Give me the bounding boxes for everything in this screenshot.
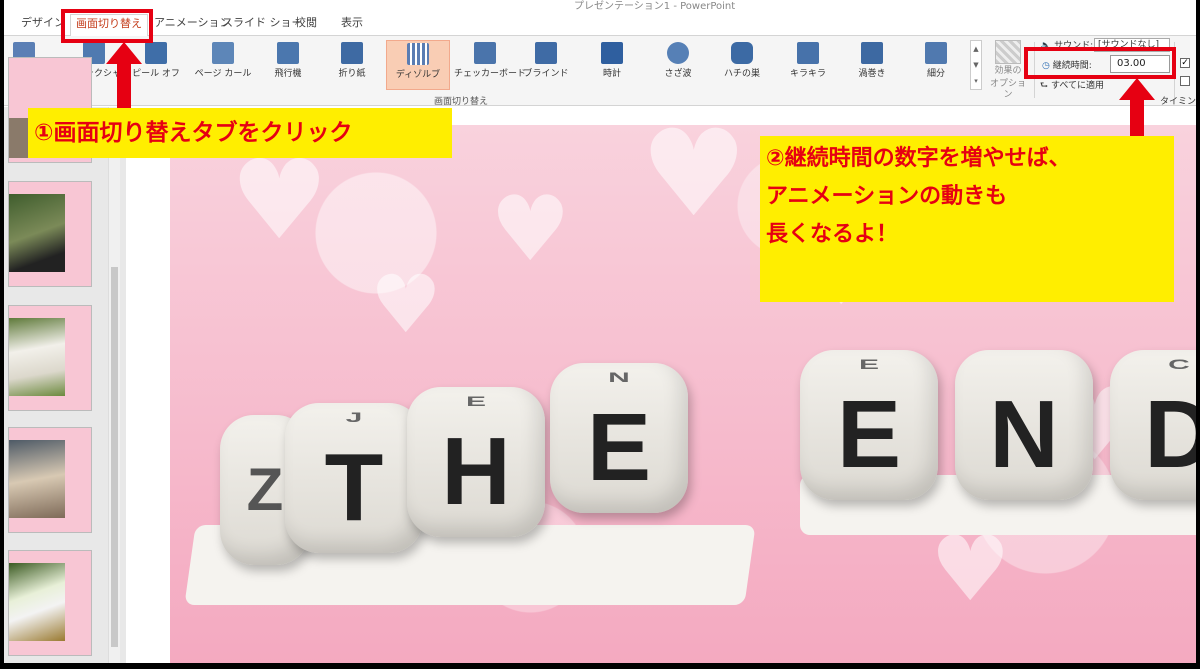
die-top-letter: N — [608, 370, 630, 386]
ribbon-tabs: デザイン 画面切り替え アニメーション スライド ショー 校閲 表示 — [4, 10, 1196, 37]
die-letter: H — [441, 418, 511, 525]
annotation-note-2-line: 長くなるよ！ — [766, 222, 899, 247]
timing-group-label: タイミング — [1160, 97, 1196, 107]
effect-page-curl[interactable]: ページ カール — [192, 40, 254, 90]
effect-options-label: オプション — [989, 79, 1026, 100]
advance-on-click-checkbox[interactable]: ✓ — [1180, 58, 1190, 68]
die-t: J T — [285, 403, 423, 553]
die-top-letter: E — [465, 394, 486, 410]
effect-label: 時計 — [602, 69, 621, 79]
thumbnail-photo — [9, 194, 65, 272]
effect-checkerboard[interactable]: チェッカーボード — [454, 40, 527, 90]
tab-review[interactable]: 校閲 — [294, 14, 318, 34]
title-bar: プレゼンテーション1 - PowerPoint — [4, 0, 1196, 12]
effect-label: ブラインド — [523, 69, 569, 79]
effect-label: ハチの巣 — [723, 69, 760, 79]
vortex-icon — [861, 42, 883, 64]
peel-off-icon — [145, 42, 167, 64]
effect-label: チェッカーボード — [454, 69, 527, 79]
effect-label: ディゾルブ — [395, 70, 441, 80]
effect-label: 折り紙 — [338, 69, 366, 79]
heart-decoration: ♥ — [490, 177, 571, 282]
die-top-letter: E — [858, 357, 879, 373]
checkerboard-icon — [474, 42, 496, 64]
die-e: N E — [550, 363, 688, 513]
advance-after-checkbox[interactable] — [1180, 76, 1190, 86]
effect-label: さざ波 — [664, 69, 692, 79]
annotation-note-2-line: ②継続時間の数字を増やせば、 — [766, 146, 1071, 171]
heart-decoration: ♥ — [930, 517, 1011, 622]
die-top-letter: J — [345, 410, 363, 426]
effect-label: 渦巻き — [858, 69, 886, 79]
effect-label: 飛行機 — [274, 69, 302, 79]
honeycomb-icon — [731, 42, 753, 64]
blinds-icon — [535, 42, 557, 64]
effect-vortex[interactable]: 渦巻き — [844, 40, 900, 90]
effect-shred[interactable]: 細分 — [908, 40, 964, 90]
glitter-icon — [797, 42, 819, 64]
die-top-letter: C — [1168, 357, 1190, 373]
annotation-note-2-line: アニメーションの動きも — [766, 184, 1008, 209]
heart-decoration: ♥ — [370, 258, 442, 351]
effect-label: ピール オフ — [132, 69, 180, 79]
highlight-tab-box — [61, 9, 153, 43]
dissolve-icon — [407, 43, 429, 65]
powerpoint-window: プレゼンテーション1 - PowerPoint デザイン 画面切り替え アニメー… — [4, 0, 1196, 663]
effect-glitter[interactable]: キラキラ — [780, 40, 836, 90]
effect-label: キラキラ — [789, 69, 826, 79]
highlight-duration-box — [1024, 47, 1176, 79]
shred-icon — [925, 42, 947, 64]
die-n: N — [955, 350, 1093, 500]
effect-airplane[interactable]: 飛行機 — [260, 40, 316, 90]
slide-thumbnail[interactable] — [8, 305, 92, 411]
effect-dissolve[interactable]: ディゾルブ — [386, 40, 450, 90]
die-letter: E — [586, 394, 652, 501]
die-letter: N — [989, 381, 1059, 488]
effect-options-icon — [995, 40, 1021, 64]
slide-thumbnail[interactable] — [8, 550, 92, 656]
apply-all-icon: ⮑ — [1040, 81, 1049, 91]
page-curl-icon — [212, 42, 234, 64]
tab-slideshow[interactable]: スライド ショー — [222, 14, 303, 34]
gallery-scrollbar[interactable]: ▲ ▼ ▾ — [970, 40, 982, 90]
effect-blinds[interactable]: ブラインド — [518, 40, 574, 90]
effect-label: 細分 — [926, 69, 945, 79]
apply-all-label: すべてに適用 — [1050, 81, 1104, 91]
heart-decoration: ♥ — [230, 136, 329, 264]
airplane-icon — [277, 42, 299, 64]
origami-icon — [341, 42, 363, 64]
annotation-arrow-1 — [106, 42, 142, 110]
slide-thumbnail[interactable] — [8, 427, 92, 533]
clock-icon — [601, 42, 623, 64]
thumbnail-photo — [9, 563, 65, 641]
annotation-arrow-2 — [1119, 78, 1155, 138]
thumbnail-photo — [9, 440, 65, 518]
effect-origami[interactable]: 折り紙 — [324, 40, 380, 90]
die-letter: T — [324, 434, 384, 541]
ripple-icon — [667, 42, 689, 64]
effect-clock[interactable]: 時計 — [584, 40, 640, 90]
die-d: C D — [1110, 350, 1196, 500]
die-e2: E E — [800, 350, 938, 500]
annotation-note-1: ①画面切り替えタブをクリック — [28, 108, 452, 158]
transitions-group-label: 画面切り替え — [434, 97, 489, 107]
die-h: E H — [407, 387, 545, 537]
ribbon: 破砕 クシャクシャ ピール オフ ページ カール 飛行機 折り紙 ディゾルブ — [4, 36, 1196, 107]
thumbnail-scrollbar[interactable] — [108, 107, 120, 663]
apply-all-button[interactable]: ⮑ すべてに適用 — [1040, 78, 1104, 94]
heart-decoration: ♥ — [640, 125, 748, 244]
die-letter: D — [1144, 381, 1196, 488]
effect-honeycomb[interactable]: ハチの巣 — [714, 40, 770, 90]
tab-animations[interactable]: アニメーション — [154, 14, 231, 34]
thumbnail-photo — [9, 318, 65, 396]
slide-thumbnail[interactable] — [8, 181, 92, 287]
effect-label: ページ カール — [194, 69, 252, 79]
die-letter: E — [836, 381, 902, 488]
annotation-note-2: ②継続時間の数字を増やせば、 アニメーションの動きも 長くなるよ！ — [760, 136, 1174, 302]
scroll-thumb[interactable] — [111, 267, 118, 647]
tab-view[interactable]: 表示 — [338, 14, 366, 34]
slide-thumbnail-pane — [4, 57, 126, 663]
effect-ripple[interactable]: さざ波 — [650, 40, 706, 90]
